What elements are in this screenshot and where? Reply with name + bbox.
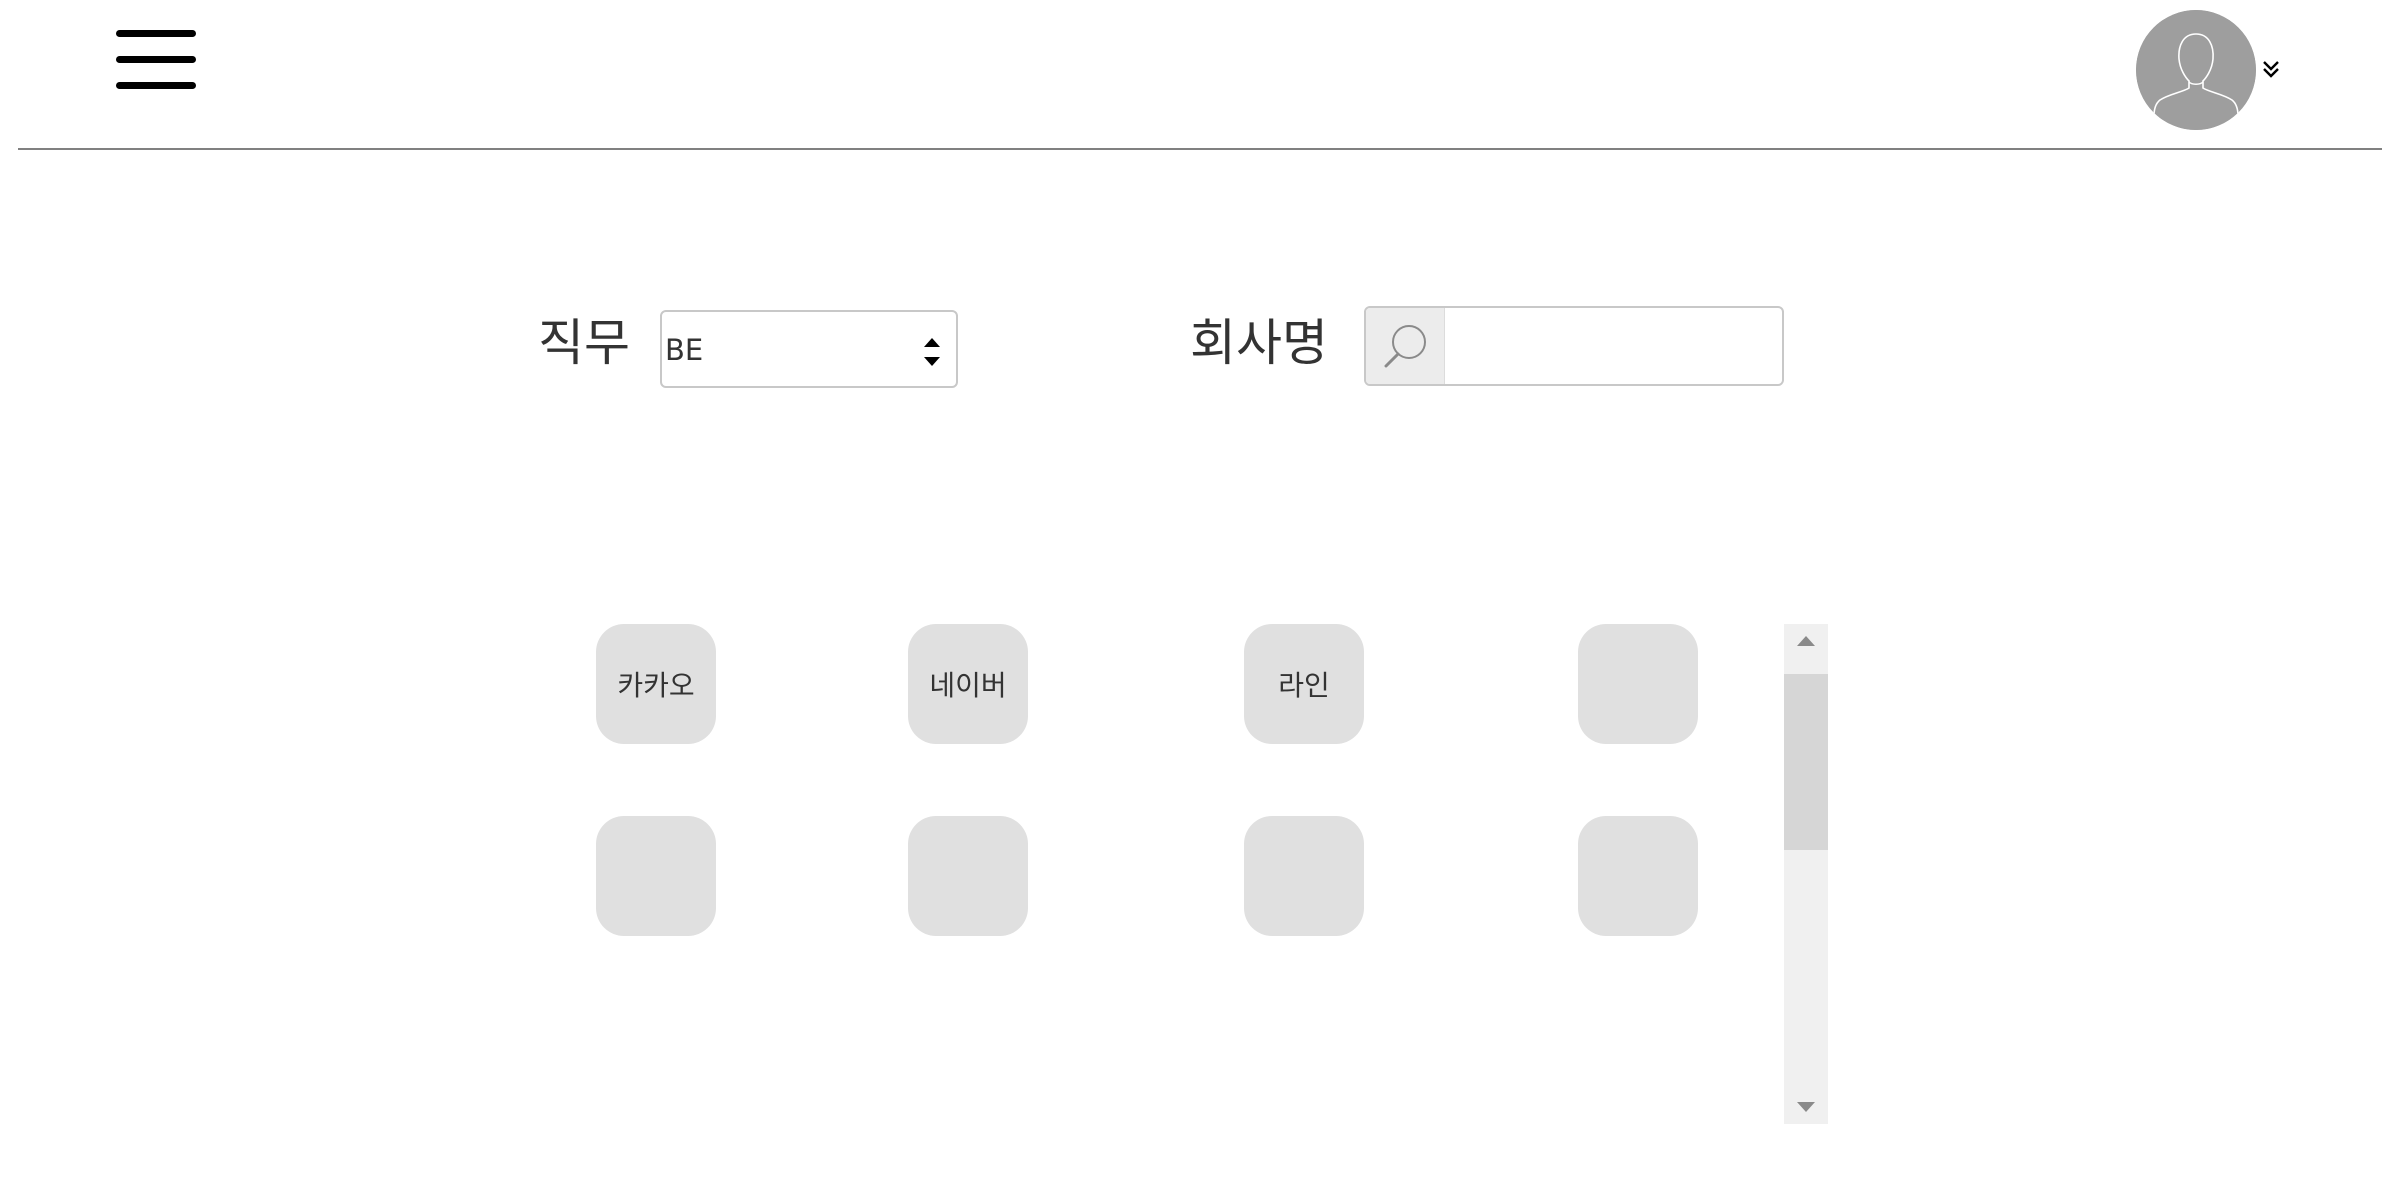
company-tile-label: 라인: [1278, 669, 1330, 702]
company-list-scrollbar[interactable]: [1784, 624, 1828, 1124]
menu-bar: [116, 30, 196, 37]
company-tile-empty[interactable]: [596, 816, 716, 936]
job-select[interactable]: BE: [660, 310, 958, 388]
company-tile-kakao[interactable]: 카카오: [596, 624, 716, 744]
company-tile-naver[interactable]: 네이버: [908, 624, 1028, 744]
job-select-value: BE: [665, 333, 704, 367]
company-search-input[interactable]: [1446, 308, 1782, 384]
company-tile-empty[interactable]: [1578, 624, 1698, 744]
company-tile-empty[interactable]: [908, 816, 1028, 936]
user-avatar-icon[interactable]: [2136, 10, 2256, 130]
header-divider: [18, 148, 2382, 150]
company-tile-label: 카카오: [617, 669, 695, 702]
scroll-down-arrow-icon[interactable]: [1784, 1076, 1828, 1124]
hamburger-menu-button[interactable]: [112, 28, 196, 92]
company-tile-empty[interactable]: [1244, 816, 1364, 936]
scroll-up-arrow-icon[interactable]: [1784, 624, 1828, 672]
menu-bar: [116, 56, 196, 63]
scrollbar-thumb[interactable]: [1784, 674, 1828, 850]
company-tile-empty[interactable]: [1578, 816, 1698, 936]
select-arrows-icon: [922, 332, 942, 372]
search-icon[interactable]: [1366, 308, 1445, 384]
company-search-box: [1364, 306, 1784, 386]
job-label: 직무: [538, 314, 630, 372]
company-tile-line[interactable]: 라인: [1244, 624, 1364, 744]
company-name-label: 회사명: [1190, 314, 1328, 372]
menu-bar: [116, 82, 196, 89]
company-tile-label: 네이버: [929, 669, 1007, 702]
double-chevron-down-icon[interactable]: [2260, 56, 2282, 82]
page: 직무 BE 회사명 카카오 네이버 라인: [0, 0, 2400, 1200]
